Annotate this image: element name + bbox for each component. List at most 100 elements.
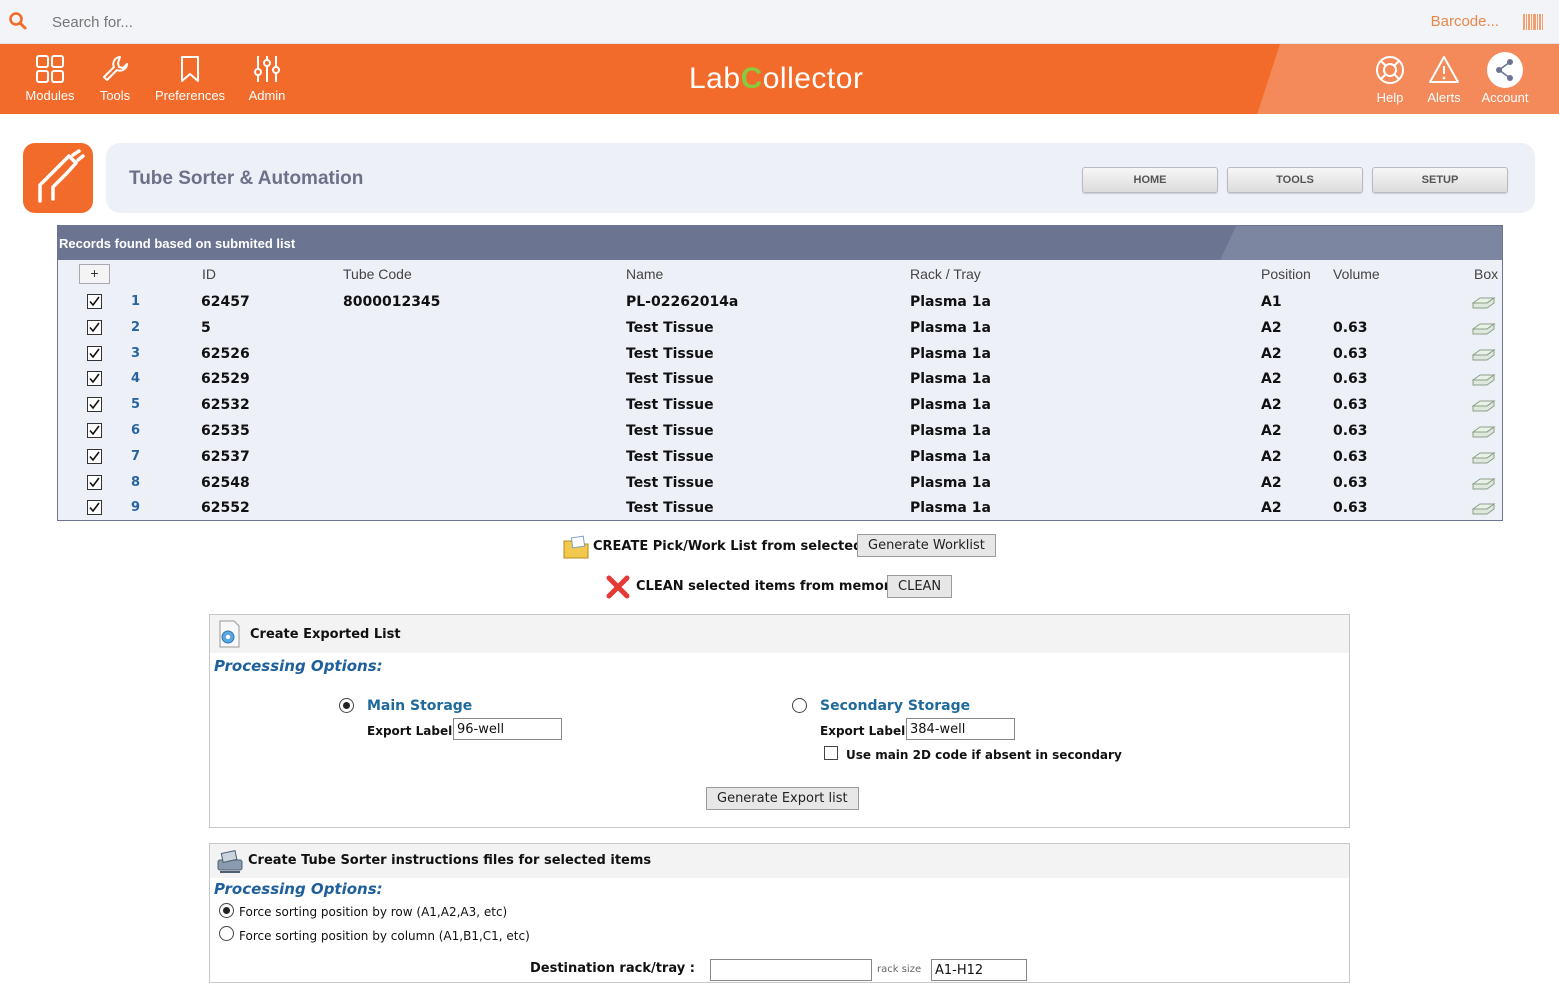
main-storage-radio[interactable] (339, 698, 354, 713)
row-number[interactable]: 1 (131, 294, 140, 309)
sort-by-column-radio[interactable] (219, 926, 234, 941)
logo-text-c: C (740, 62, 763, 95)
search-input[interactable] (52, 10, 652, 34)
generate-worklist-button[interactable]: Generate Worklist (857, 534, 996, 557)
box-view-icon[interactable] (1472, 426, 1496, 438)
box-view-icon[interactable] (1472, 503, 1496, 515)
gear-document-icon (219, 620, 240, 648)
row-number[interactable]: 3 (131, 346, 140, 361)
row-number[interactable]: 4 (131, 371, 140, 386)
row-number[interactable]: 2 (131, 320, 140, 335)
row-name: Test Tissue (626, 397, 714, 414)
secondary-storage-radio[interactable] (792, 698, 807, 713)
row-number[interactable]: 7 (131, 449, 140, 464)
row-number[interactable]: 9 (131, 500, 140, 515)
row-checkbox[interactable] (87, 423, 102, 438)
main-storage-label: Main Storage (367, 698, 473, 714)
sort-by-row-radio[interactable] (219, 903, 234, 918)
row-rack: Plasma 1a (910, 319, 991, 336)
barcode-icon[interactable] (1523, 14, 1543, 30)
main-export-label-input[interactable] (453, 718, 562, 740)
box-view-icon[interactable] (1472, 477, 1496, 490)
row-id: 62529 (201, 371, 250, 388)
destination-rack-input[interactable] (710, 959, 872, 981)
box-view-icon[interactable] (1472, 297, 1496, 309)
lifebuoy-icon (1376, 56, 1404, 84)
tube-sorter-panel: Create Tube Sorter instructions files fo… (209, 843, 1350, 983)
labcollector-logo: LabCollector (689, 62, 863, 96)
records-table: Records found based on submited list + I… (57, 225, 1503, 521)
tools-button[interactable]: TOOLS (1227, 167, 1363, 193)
setup-button[interactable]: SETUP (1372, 167, 1508, 193)
table-row: 1 62457 8000012345 PL-02262014a Plasma 1a A1 (58, 290, 1502, 316)
sorter-panel-header: Create Tube Sorter instructions files fo… (210, 844, 1349, 878)
row-name: Test Tissue (626, 448, 714, 465)
column-header-name: Name (626, 266, 664, 282)
row-number[interactable]: 5 (131, 397, 140, 412)
box-view-icon[interactable] (1472, 400, 1496, 412)
home-button[interactable]: HOME (1082, 167, 1218, 193)
row-checkbox[interactable] (87, 319, 102, 335)
records-title-text: Records found based on submited list (59, 236, 296, 251)
share-icon (1487, 52, 1523, 88)
rack-size-label: rack size (877, 964, 922, 975)
row-checkbox[interactable] (87, 371, 102, 387)
generate-export-button[interactable]: Generate Export list (706, 787, 859, 810)
row-checkbox[interactable] (87, 294, 102, 309)
row-position: A2 (1261, 448, 1282, 465)
nav-alerts[interactable]: Alerts (1422, 44, 1466, 114)
row-number[interactable]: 8 (131, 475, 140, 490)
box-view-icon[interactable] (1472, 374, 1496, 386)
row-number[interactable]: 6 (131, 423, 140, 438)
nav-admin[interactable]: Admin (244, 44, 290, 114)
box-view-icon[interactable] (1472, 451, 1496, 464)
red-x-icon (606, 575, 630, 599)
row-checkbox[interactable] (87, 500, 102, 516)
nav-preferences-label: Preferences (154, 88, 226, 103)
row-checkbox[interactable] (87, 474, 102, 490)
clean-memory-label: CLEAN selected items from memory: (636, 579, 904, 594)
row-checkbox[interactable] (87, 397, 102, 413)
nav-tools-label: Tools (99, 88, 131, 103)
use-main-2d-checkbox[interactable] (824, 746, 838, 760)
row-name: Test Tissue (626, 423, 714, 439)
nav-preferences[interactable]: Preferences (150, 44, 230, 114)
nav-account[interactable]: Account (1476, 44, 1534, 114)
nav-account-label: Account (1481, 90, 1529, 105)
table-row: 9 62552 Test Tissue Plasma 1a A2 0.63 (58, 496, 1502, 522)
row-name: PL-02262014a (626, 294, 739, 310)
checkmark-icon (89, 451, 100, 462)
box-view-icon[interactable] (1472, 322, 1496, 335)
row-id: 62535 (201, 423, 250, 439)
checkmark-icon (89, 322, 100, 333)
secondary-export-label-input[interactable] (906, 718, 1015, 740)
create-worklist-label: CREATE Pick/Work List from selected: (593, 539, 868, 554)
search-icon[interactable] (8, 11, 28, 31)
column-header-position: Position (1261, 266, 1311, 282)
nav-help[interactable]: Help (1369, 44, 1411, 114)
nav-modules[interactable]: Modules (20, 44, 80, 114)
row-checkbox[interactable] (87, 448, 102, 464)
column-header-rack: Rack / Tray (910, 266, 981, 282)
barcode-input[interactable]: Barcode... (1431, 13, 1499, 30)
main-navbar: Modules Tools Preferences Admin LabColle… (0, 44, 1559, 114)
row-position: A2 (1261, 371, 1282, 388)
row-rack: Plasma 1a (910, 294, 991, 310)
box-view-icon[interactable] (1472, 348, 1496, 361)
sorter-processing-options: Processing Options: (214, 880, 383, 898)
main-export-label: Export Label: (367, 724, 457, 738)
rack-size-input[interactable] (931, 959, 1027, 981)
row-rack: Plasma 1a (910, 474, 991, 491)
clean-button[interactable]: CLEAN (887, 575, 953, 598)
table-row: 7 62537 Test Tissue Plasma 1a A2 0.63 (58, 445, 1502, 471)
row-rack: Plasma 1a (910, 397, 991, 414)
row-volume: 0.63 (1333, 371, 1368, 388)
row-name: Test Tissue (626, 319, 714, 336)
row-position: A2 (1261, 397, 1282, 414)
records-table-title: Records found based on submited list (58, 226, 1502, 260)
wrench-icon (103, 56, 128, 81)
expand-all-button[interactable]: + (79, 264, 110, 284)
row-checkbox[interactable] (87, 345, 102, 361)
row-volume: 0.63 (1333, 500, 1368, 517)
nav-tools[interactable]: Tools (92, 44, 138, 114)
